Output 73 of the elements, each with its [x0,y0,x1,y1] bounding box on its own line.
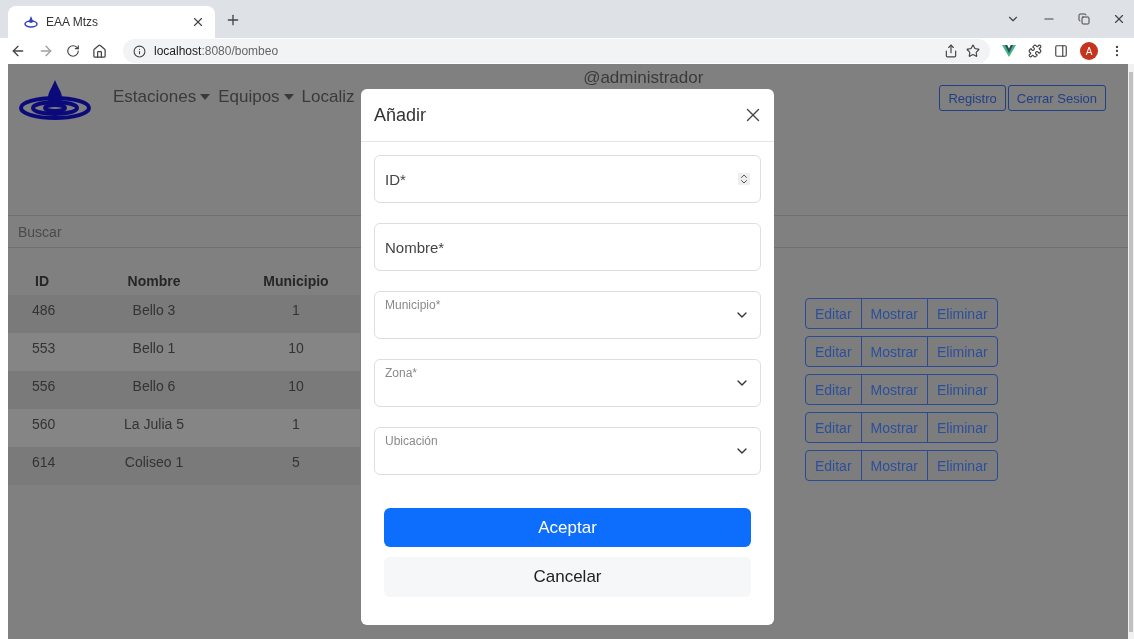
input-field[interactable]: Nombre* [374,223,761,271]
new-tab-icon[interactable] [225,12,241,28]
cancel-button[interactable]: Cancelar [384,557,751,597]
favicon-icon [24,16,38,28]
action-button[interactable]: Mostrar [860,298,929,329]
username: @administrador [583,68,704,88]
table-cell-text: 486 [31,302,57,318]
field-label: Ubicación [385,434,439,448]
action-button[interactable]: Eliminar [927,298,998,329]
column-header: Municipio [262,273,330,289]
table-cell-text: 556 [31,378,57,394]
table-cell-text: Bello 3 [131,302,177,318]
action-button[interactable]: Eliminar [927,374,998,405]
address-bar[interactable]: localhost:8080/bombeo [123,39,990,63]
table-cell-text: 614 [31,454,57,470]
column-header: Nombre [126,273,182,289]
action-button[interactable]: Eliminar [927,450,998,481]
close-icon[interactable] [1112,12,1126,26]
table-cell-text: 5 [291,454,301,470]
table-cell-text: 10 [287,378,305,394]
action-button[interactable]: Editar [805,450,862,481]
profile-avatar[interactable]: A [1080,42,1098,60]
table-cell-text: 553 [31,340,57,356]
nav-button[interactable]: Cerrar Sesion [1007,85,1106,111]
restore-icon[interactable] [1078,13,1090,25]
star-icon[interactable] [966,44,980,58]
accept-button[interactable]: Aceptar [384,508,751,547]
action-button[interactable]: Editar [805,336,862,367]
close-tab-icon[interactable] [191,15,205,29]
share-icon[interactable] [944,44,958,58]
action-button[interactable]: Mostrar [860,374,929,405]
field-placeholder: Nombre* [385,238,446,256]
browser-tab[interactable]: EAA Mtzs [8,6,215,38]
table-cell-text: 10 [287,340,305,356]
action-button[interactable]: Editar [805,298,862,329]
home-icon[interactable] [92,43,107,59]
url-text: localhost:8080/bombeo [154,44,280,58]
select-field[interactable]: Ubicación [374,427,761,475]
select-field[interactable]: Zona* [374,359,761,407]
action-button[interactable]: Eliminar [927,336,998,367]
back-icon[interactable] [10,43,26,59]
input-field[interactable]: ID* [374,155,761,203]
field-placeholder: ID* [385,170,407,188]
extension-icon[interactable] [1002,45,1016,57]
nav-menu[interactable]: Equipos [218,87,294,107]
spinner-icon[interactable] [738,173,750,185]
table-cell-text: 560 [31,416,57,432]
action-button[interactable]: Editar [805,412,862,443]
tab-title: EAA Mtzs [46,15,99,29]
logo-icon [18,78,92,120]
reload-icon[interactable] [66,44,80,58]
action-button[interactable]: Mostrar [860,336,929,367]
action-button[interactable]: Eliminar [927,412,998,443]
action-button[interactable]: Mostrar [860,450,929,481]
table-cell-text: La Julia 5 [123,416,185,432]
info-icon [133,44,146,58]
puzzle-icon[interactable] [1028,44,1042,58]
field-label: Municipio* [385,298,442,312]
select-field[interactable]: Municipio* [374,291,761,339]
table-cell-text: Bello 1 [131,340,177,356]
table-cell-text: 1 [291,302,301,318]
nav-menu[interactable]: Estaciones [113,87,211,107]
modal-title: Añadir [374,104,427,126]
field-label: Zona* [385,366,419,380]
table-cell-text: Bello 6 [131,378,177,394]
sidebar-icon[interactable] [1054,44,1068,58]
column-header: ID [34,273,50,289]
action-button[interactable]: Mostrar [860,412,929,443]
nav-menu[interactable]: Localiz [301,87,355,107]
action-button[interactable]: Editar [805,374,862,405]
nav-button[interactable]: Registro [939,85,1006,111]
table-cell-text: 1 [291,416,301,432]
table-cell-text: Coliseo 1 [123,454,185,470]
